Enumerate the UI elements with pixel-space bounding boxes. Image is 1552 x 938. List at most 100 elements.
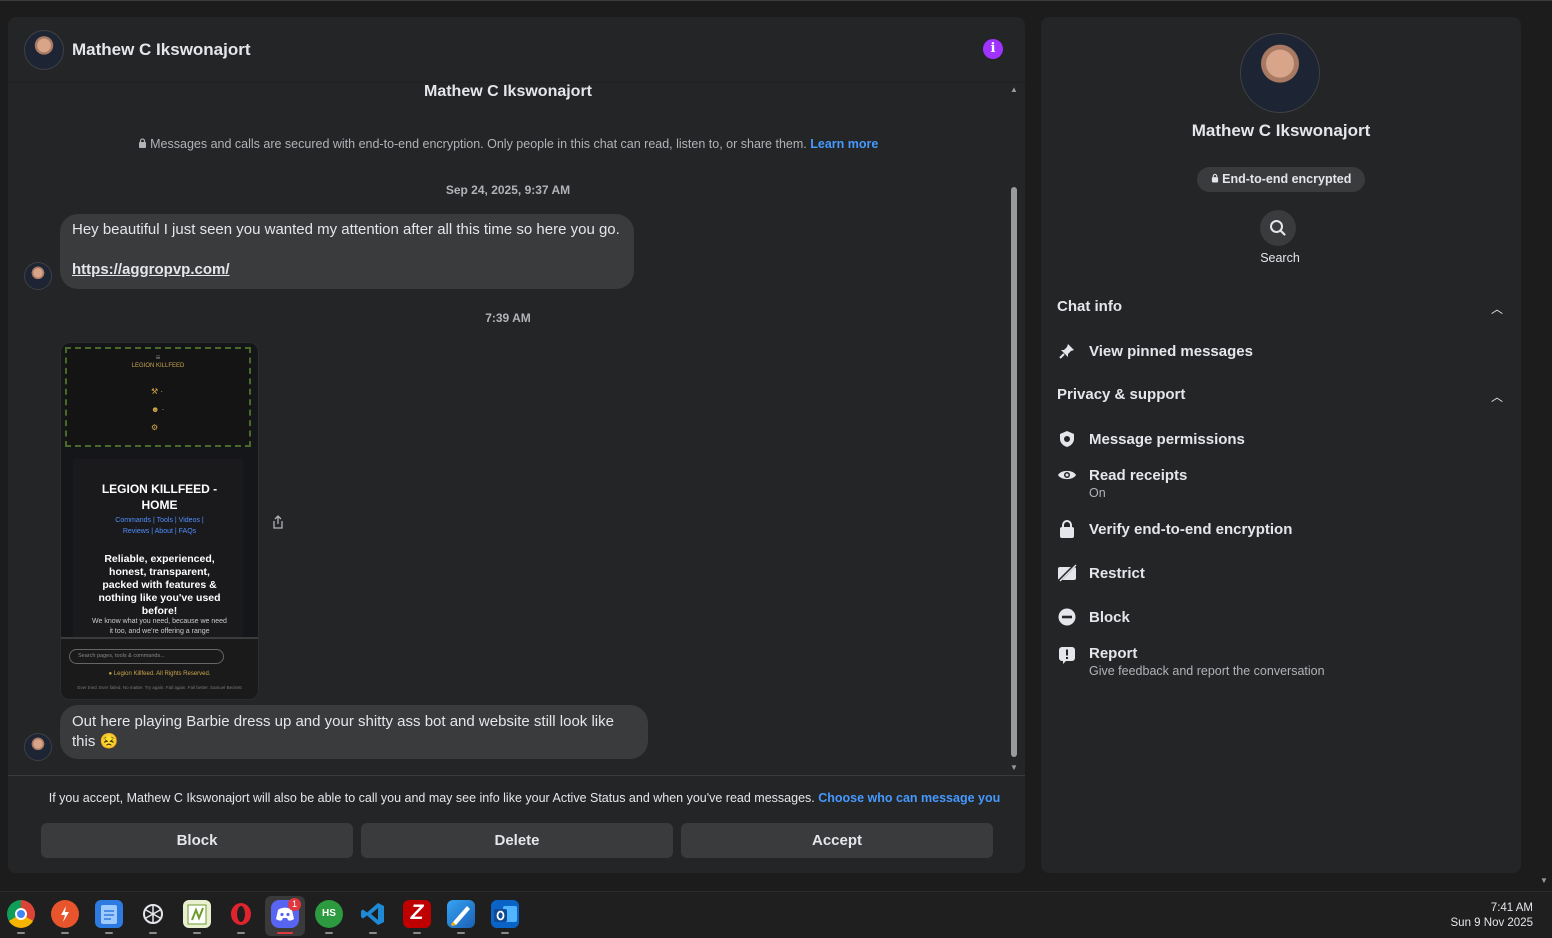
chat-panel: Mathew C Ikswonajort i Mathew C Ikswonaj… — [8, 17, 1025, 873]
settings-icon: ⚙ — [151, 423, 159, 432]
row-label: Report — [1089, 645, 1138, 662]
read-receipts[interactable]: Read receipts On — [1057, 466, 1497, 500]
attachment-description: Reliable, experienced, honest, transpare… — [98, 553, 221, 617]
chrome-icon[interactable] — [7, 900, 35, 928]
menu-icon: ≡ — [155, 353, 161, 362]
share-icon[interactable] — [272, 515, 286, 529]
attachment-title-line: LEGION KILLFEED - — [101, 482, 218, 496]
outlook-icon[interactable] — [491, 900, 519, 928]
chevron-up-icon[interactable]: ︿ — [1491, 300, 1503, 317]
app-indicator — [17, 932, 25, 934]
row-label: Message permissions — [1089, 431, 1245, 448]
scroll-down-arrow-icon[interactable]: ▼ — [1009, 763, 1019, 773]
attachment-site-name: LEGION KILLFEED — [131, 363, 185, 369]
sender-avatar[interactable] — [24, 733, 52, 761]
contact-name[interactable]: Mathew C Ikswonajort — [72, 40, 251, 60]
page-scroll-down-arrow-icon[interactable]: ▼ — [1540, 876, 1548, 885]
app-indicator — [277, 932, 293, 934]
encryption-notice: Messages and calls are secured with end-… — [8, 137, 1008, 151]
restrict-icon — [1057, 563, 1077, 584]
learn-more-link[interactable]: Learn more — [810, 137, 878, 151]
row-label: Verify end-to-end encryption — [1089, 521, 1293, 538]
choose-who-link[interactable]: Choose who can message you — [818, 791, 1000, 805]
row-sublabel: Give feedback and report the conversatio… — [1089, 664, 1325, 678]
clock-date: Sun 9 Nov 2025 — [1450, 917, 1533, 929]
search-button[interactable] — [1260, 210, 1296, 246]
row-label: Block — [1089, 609, 1130, 626]
app-indicator — [457, 932, 465, 934]
attachment-footer: Search pages, tools & commands... ● Legi… — [61, 637, 258, 699]
message-bubble[interactable]: Hey beautiful I just seen you wanted my … — [60, 214, 634, 289]
info-icon[interactable]: i — [983, 39, 1003, 59]
attachment-search: Search pages, tools & commands... — [69, 649, 224, 664]
lock-icon — [1211, 172, 1219, 186]
attachment-tagline-text: Ever tried. Ever failed. No matter. Try … — [77, 685, 209, 690]
opera-icon[interactable] — [227, 900, 255, 928]
encrypted-pill[interactable]: End-to-end encrypted — [1197, 167, 1365, 192]
attachment-title: LEGION KILLFEED - HOME — [61, 481, 258, 513]
attachment-links: Commands | Tools | Videos | Reviews | Ab… — [61, 515, 258, 537]
message-text: Out here playing Barbie dress up and you… — [72, 713, 614, 750]
attachment-copyright: ● Legion Killfeed. All Rights Reserved. — [108, 671, 211, 677]
block-button[interactable]: Block — [41, 823, 353, 858]
sender-avatar[interactable] — [24, 262, 52, 290]
chat-info-heading[interactable]: Chat info — [1057, 298, 1122, 315]
conversation-title: Mathew C Ikswonajort — [423, 83, 593, 100]
message-bubble[interactable]: Out here playing Barbie dress up and you… — [60, 705, 648, 759]
timestamp: Sep 24, 2025, 9:37 AM — [445, 183, 571, 197]
app-2-icon[interactable] — [51, 900, 79, 928]
eye-icon — [1057, 468, 1077, 488]
paint-icon[interactable] — [447, 900, 475, 928]
verify-encryption[interactable]: Verify end-to-end encryption — [1057, 520, 1497, 554]
scroll-up-arrow-icon[interactable]: ▲ — [1009, 85, 1019, 95]
attachment-tagline: Ever tried. Ever failed. No matter. Try … — [61, 685, 258, 690]
contact-avatar[interactable] — [24, 29, 64, 70]
app-indicator — [105, 932, 113, 934]
accept-note-text: If you accept, Mathew C Ikswonajort will… — [48, 791, 815, 805]
discord-notification-badge: 1 — [288, 898, 301, 911]
timestamp: 7:39 AM — [485, 311, 531, 325]
chat-header: Mathew C Ikswonajort i — [8, 17, 1025, 83]
chatgpt-icon[interactable] — [139, 900, 167, 928]
filezilla-icon[interactable]: Z — [403, 900, 431, 928]
attachment-copyright-text: Legion Killfeed. All Rights Reserved. — [113, 671, 211, 677]
profile-name[interactable]: Mathew C Ikswonajort — [1041, 121, 1521, 141]
app-indicator — [193, 932, 201, 934]
restrict[interactable]: Restrict — [1057, 563, 1497, 598]
profile-avatar[interactable] — [1240, 33, 1320, 113]
app-indicator — [369, 932, 377, 934]
tool-icon: ⚒ · — [151, 387, 164, 396]
scroll-thumb[interactable] — [1011, 187, 1017, 757]
message-list: Mathew C Ikswonajort Messages and calls … — [8, 83, 1008, 773]
block[interactable]: Block — [1057, 608, 1497, 642]
search-label: Search — [1260, 251, 1300, 265]
image-attachment[interactable]: ≡ LEGION KILLFEED ⚒ · ☻ · ⚙ LEGION KILLF… — [60, 342, 259, 700]
search-icon — [1270, 220, 1286, 236]
message-link[interactable]: https://aggropvp.com/ — [72, 261, 230, 278]
delete-button[interactable]: Delete — [361, 823, 673, 858]
app-indicator — [413, 932, 421, 934]
view-pinned-messages[interactable]: View pinned messages — [1057, 342, 1497, 376]
user-icon: ☻ · — [151, 405, 165, 414]
app-indicator — [501, 932, 509, 934]
shield-icon — [1057, 430, 1077, 450]
row-label: Read receipts — [1089, 467, 1188, 484]
privacy-heading[interactable]: Privacy & support — [1057, 386, 1185, 403]
hs-icon-glyph: HS — [322, 908, 336, 919]
report[interactable]: Report Give feedback and report the conv… — [1057, 644, 1497, 678]
system-clock[interactable]: 7:41 AM Sun 9 Nov 2025 — [1451, 901, 1533, 931]
attachment-title-line: HOME — [141, 498, 178, 512]
encryption-text: Messages and calls are secured with end-… — [150, 137, 807, 151]
chevron-up-icon[interactable]: ︿ — [1491, 388, 1503, 405]
hs-icon[interactable]: HS — [315, 900, 343, 928]
message-permissions[interactable]: Message permissions — [1057, 430, 1497, 464]
app-indicator — [325, 932, 333, 934]
notepadpp-icon[interactable] — [183, 900, 211, 928]
accept-button[interactable]: Accept — [681, 823, 993, 858]
row-sublabel: On — [1089, 486, 1106, 500]
chat-scrollbar[interactable]: ▲ ▼ — [1009, 83, 1019, 773]
app-indicator — [61, 932, 69, 934]
window-top-border — [0, 0, 1552, 1]
vscode-icon[interactable] — [359, 900, 387, 928]
notepad-icon[interactable] — [95, 900, 123, 928]
